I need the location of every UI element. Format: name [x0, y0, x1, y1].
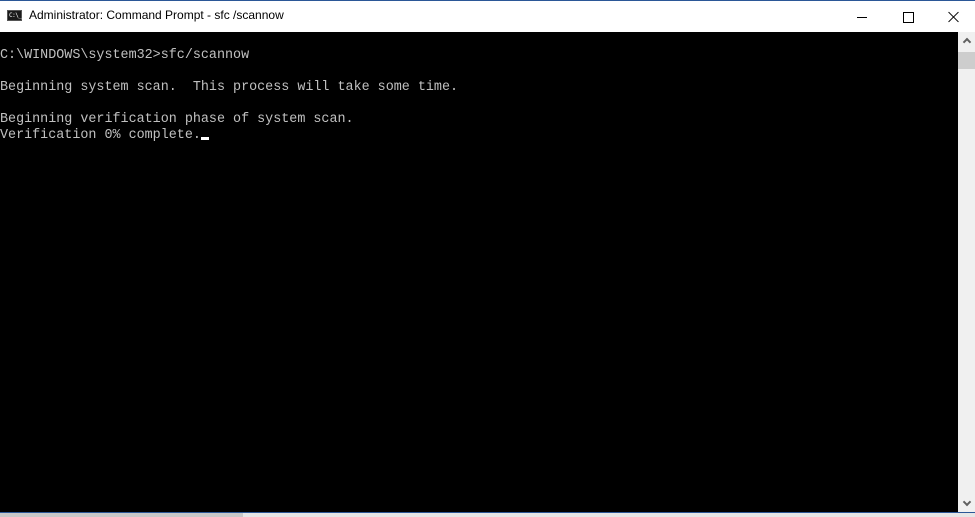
maximize-button[interactable] — [885, 2, 931, 32]
console-text: C:\WINDOWS\system32>sfc/scannow Beginnin… — [0, 48, 458, 144]
maximize-icon — [902, 11, 914, 23]
console-line: Verification 0% complete. — [0, 128, 201, 143]
minimize-button[interactable] — [839, 2, 885, 32]
horizontal-scroll-thumb[interactable] — [0, 513, 243, 517]
vertical-scrollbar[interactable] — [958, 32, 975, 512]
console-line: C:\WINDOWS\system32>sfc/scannow — [0, 48, 250, 63]
scroll-up-button[interactable] — [958, 32, 975, 49]
console-line: Beginning verification phase of system s… — [0, 112, 354, 127]
chevron-up-icon — [962, 37, 971, 47]
console-line: Beginning system scan. This process will… — [0, 80, 459, 95]
command-prompt-window: C:\_ Administrator: Command Prompt - sfc… — [0, 0, 975, 517]
cmd-icon[interactable]: C:\_ — [7, 10, 22, 21]
text-cursor — [200, 137, 209, 140]
cmd-icon-glyph: C:\_ — [9, 12, 22, 19]
scroll-down-button[interactable] — [958, 495, 975, 512]
minimize-icon — [857, 16, 867, 18]
console-output-area[interactable]: C:\WINDOWS\system32>sfc/scannow Beginnin… — [0, 32, 958, 512]
horizontal-scroll-strip — [0, 513, 975, 517]
title-bar[interactable]: C:\_ Administrator: Command Prompt - sfc… — [0, 1, 975, 32]
window-title: Administrator: Command Prompt - sfc /sca… — [29, 8, 284, 22]
close-button[interactable] — [931, 2, 975, 32]
scroll-thumb[interactable] — [958, 52, 975, 69]
chevron-down-icon — [962, 497, 971, 507]
close-icon — [948, 11, 960, 23]
